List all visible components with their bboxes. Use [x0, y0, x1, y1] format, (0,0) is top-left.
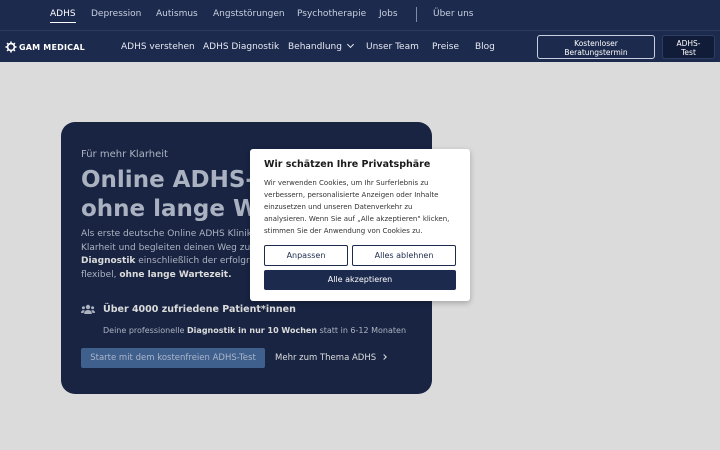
adhs-test-line1: ADHS-: [676, 39, 701, 48]
nav-link-behandlung[interactable]: Behandlung: [288, 40, 355, 53]
cookie-dialog-text: Wir verwenden Cookies, um Ihr Surferlebn…: [264, 177, 460, 237]
topbar-link-angststoerungen[interactable]: Angststörungen: [213, 9, 285, 20]
cookie-text-line1: Wir verwenden Cookies, um Ihr Surferlebn…: [264, 179, 429, 187]
nav-link-unser-team[interactable]: Unser Team: [366, 42, 419, 53]
cookie-text-line5: stimmen Sie der Anwendung von Cookies zu…: [264, 227, 423, 235]
topbar-link-psychotherapie[interactable]: Psychotherapie: [297, 9, 366, 20]
adhs-test-button[interactable]: ADHS- Test: [662, 35, 715, 59]
topbar-divider: [416, 7, 417, 22]
cookie-dialog-title: Wir schätzen Ihre Privatsphäre: [264, 159, 431, 170]
nav-link-blog[interactable]: Blog: [475, 42, 495, 53]
cookie-reject-all-button[interactable]: Alles ablehnen: [352, 245, 456, 266]
main-nav: GAM MEDICAL ADHS verstehen ADHS Diagnost…: [0, 30, 720, 62]
cookie-text-line4: analysieren. Wenn Sie auf „Alle akzeptie…: [264, 215, 450, 223]
topbar-link-depression[interactable]: Depression: [91, 9, 141, 20]
nav-link-preise[interactable]: Preise: [432, 42, 459, 53]
adhs-test-line2: Test: [681, 48, 696, 57]
topbar-link-adhs[interactable]: ADHS: [50, 9, 76, 23]
cookie-text-line3: einzusetzen und unseren Datenverkehr zu: [264, 203, 413, 211]
logo-text: GAM MEDICAL: [19, 42, 85, 52]
nav-link-adhs-verstehen[interactable]: ADHS verstehen: [121, 42, 195, 53]
cookie-accept-all-button[interactable]: Alle akzeptieren: [264, 270, 456, 290]
topbar-link-ueber-uns[interactable]: Über uns: [433, 9, 474, 20]
cookie-consent-dialog: Wir schätzen Ihre Privatsphäre Wir verwe…: [250, 149, 470, 301]
nav-link-behandlung-label: Behandlung: [288, 42, 342, 52]
free-consultation-button[interactable]: Kostenloser Beratungstermin: [537, 35, 655, 59]
topbar-link-autismus[interactable]: Autismus: [156, 9, 198, 20]
chevron-down-icon: [346, 40, 355, 49]
gear-logo-icon: [5, 41, 17, 53]
free-consultation-line1: Kostenloser: [574, 39, 618, 48]
top-bar: ADHS Depression Autismus Angststörungen …: [0, 0, 720, 30]
free-consultation-line2: Beratungstermin: [564, 48, 628, 57]
cookie-customize-button[interactable]: Anpassen: [264, 245, 348, 266]
logo[interactable]: GAM MEDICAL: [5, 41, 85, 53]
cookie-text-line2: verbessern, personalisierte Anzeigen ode…: [264, 191, 439, 199]
nav-link-adhs-diagnostik[interactable]: ADHS Diagnostik: [203, 42, 279, 53]
topbar-link-jobs[interactable]: Jobs: [379, 9, 398, 20]
